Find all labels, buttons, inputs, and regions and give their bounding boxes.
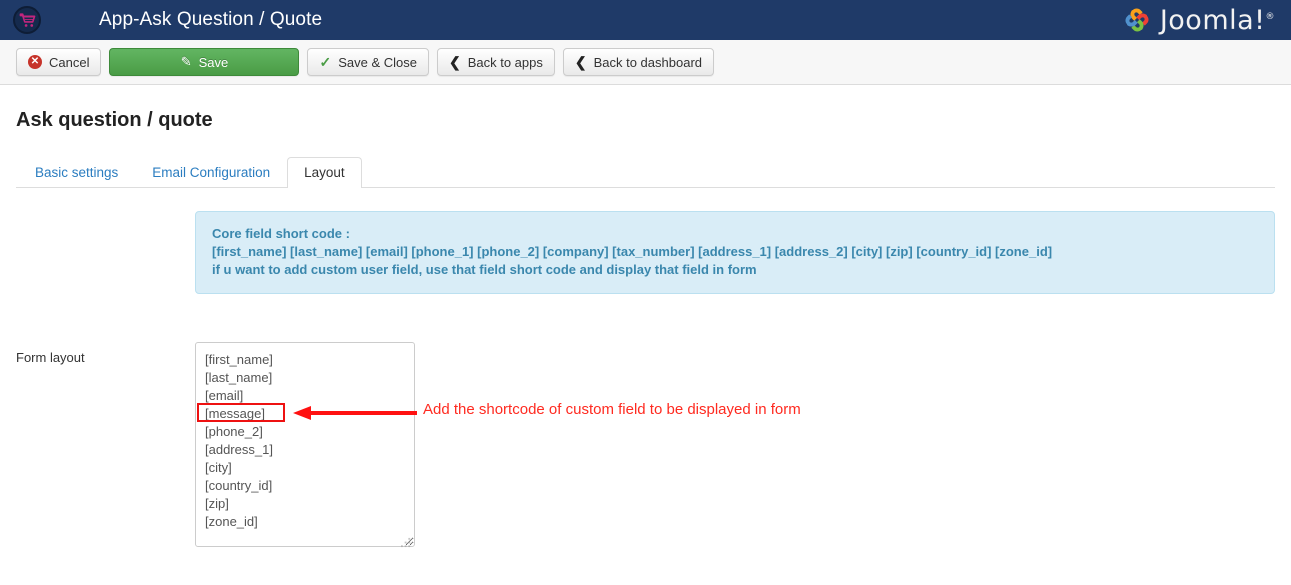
info-box-line-3: if u want to add custom user field, use … — [212, 262, 757, 277]
form-layout-field: Add the shortcode of custom field to be … — [195, 342, 801, 552]
joomla-logo: Joomla!® — [1119, 3, 1275, 37]
back-to-dashboard-button[interactable]: ❮ Back to dashboard — [562, 48, 714, 76]
save-and-close-button-label: Save & Close — [338, 54, 417, 70]
chevron-left-icon: ❮ — [574, 53, 587, 70]
top-header-bar: App-Ask Question / Quote Joomla!® — [0, 0, 1291, 40]
tab-bar: Basic settings Email Configuration Layou… — [16, 156, 1275, 188]
back-to-apps-button[interactable]: ❮ Back to apps — [436, 48, 555, 76]
shortcode-info-box: Core field short code : [first_name] [la… — [195, 211, 1275, 294]
form-layout-textarea[interactable] — [195, 342, 415, 547]
tab-email-configuration-label: Email Configuration — [152, 165, 271, 180]
joomla-mark-icon — [1125, 8, 1149, 32]
back-to-dashboard-button-label: Back to dashboard — [593, 54, 702, 70]
info-box-line-1: Core field short code : — [212, 226, 350, 241]
shopping-cart-icon — [13, 6, 41, 34]
cancel-circle-icon: ✕ — [28, 55, 42, 69]
back-to-apps-button-label: Back to apps — [467, 54, 543, 70]
info-box-wrapper: Core field short code : [first_name] [la… — [16, 188, 1275, 294]
joomla-wordmark: Joomla!® — [1160, 5, 1275, 36]
annotation-text: Add the shortcode of custom field to be … — [423, 401, 801, 418]
save-button-label: Save — [198, 54, 229, 70]
form-layout-row: Form layout Add the shortcode of custom … — [16, 342, 1275, 552]
edit-pencil-icon: ✎ — [180, 54, 192, 69]
tab-layout-label: Layout — [304, 165, 345, 180]
form-layout-label: Form layout — [16, 350, 85, 365]
tab-basic-settings-label: Basic settings — [35, 165, 119, 180]
cancel-button[interactable]: ✕ Cancel — [16, 48, 102, 76]
tab-email-configuration[interactable]: Email Configuration — [135, 157, 287, 188]
tab-basic-settings[interactable]: Basic settings — [18, 157, 135, 188]
check-icon: ✓ — [319, 53, 332, 70]
chevron-left-icon: ❮ — [448, 53, 461, 70]
editor-toolbar: ✕ Cancel ✎ Save ✓ Save & Close ❮ Back to… — [0, 40, 1291, 85]
save-button[interactable]: ✎ Save — [109, 48, 300, 76]
page-title: Ask question / quote — [16, 109, 213, 131]
joomla-brand-text: Joomla! — [1159, 4, 1266, 36]
page-header-title: App-Ask Question / Quote — [99, 9, 323, 30]
joomla-registered-mark: ® — [1265, 11, 1275, 22]
cancel-button-label: Cancel — [49, 54, 90, 70]
page-content: Ask question / quote Basic settings Emai… — [0, 109, 1291, 552]
tab-layout[interactable]: Layout — [287, 157, 362, 188]
save-and-close-button[interactable]: ✓ Save & Close — [307, 48, 429, 76]
info-box-line-2: [first_name] [last_name] [email] [phone_… — [212, 244, 1053, 259]
